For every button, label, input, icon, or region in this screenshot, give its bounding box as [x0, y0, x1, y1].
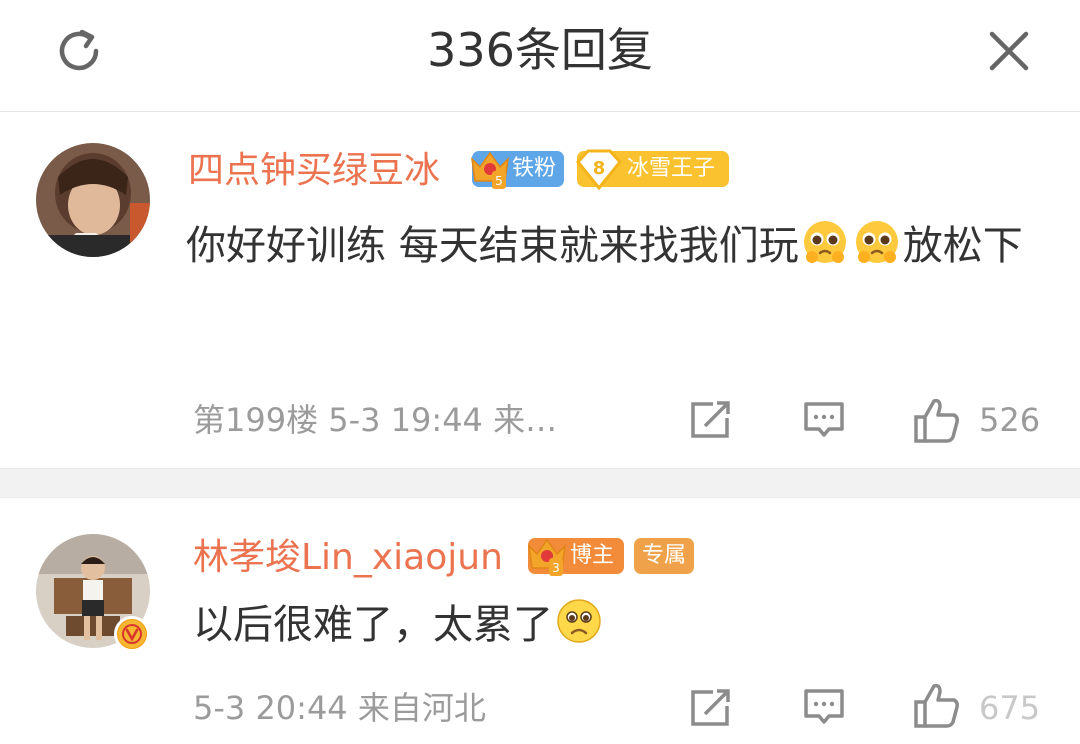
- like-count: 526: [979, 401, 1041, 439]
- crown-icon: 3: [527, 538, 567, 576]
- share-icon[interactable]: [689, 400, 733, 440]
- username[interactable]: 林孝埈Lin_xiaojun: [193, 536, 503, 580]
- verified-badge: [114, 616, 150, 652]
- badge-label: 专属: [641, 543, 686, 568]
- badge-label: 冰雪王子: [627, 156, 716, 181]
- section-divider: [0, 468, 1080, 498]
- comment-item: 四点钟买绿豆冰 铁粉 5 冰雪王子 8 你好好训练 每天结束就来找我们玩 放松下…: [0, 113, 1080, 468]
- level-number: 8: [593, 158, 606, 179]
- svg-text:5: 5: [495, 174, 503, 188]
- verified-v-icon: [118, 620, 146, 648]
- comment-text: 你好好训练 每天结束就来找我们玩 放松下: [186, 217, 1046, 274]
- reply-icon[interactable]: [803, 401, 845, 441]
- comment-text-main: 你好好训练 每天结束就来找我们玩: [186, 223, 799, 269]
- exclusive-badge[interactable]: 专属: [634, 538, 694, 574]
- comment-text-main: 以后很难了，太累了: [193, 602, 553, 648]
- badge-label: 博主: [570, 543, 615, 568]
- page-title: 336条回复: [427, 23, 653, 77]
- pleading-face-emoji: [855, 221, 898, 263]
- like-icon[interactable]: [912, 395, 962, 445]
- share-icon[interactable]: [689, 688, 733, 728]
- dialog-header: 336条回复: [0, 0, 1080, 112]
- badge-label: 铁粉: [512, 156, 557, 181]
- close-icon[interactable]: [984, 26, 1034, 76]
- pleading-face-emoji: [803, 221, 846, 263]
- comment-text-tail: 放松下: [902, 223, 1023, 269]
- comment-item: 林孝埈Lin_xiaojun 博主 3 专属 以后很难了，太累了 5-3 20:…: [0, 498, 1080, 744]
- diamond-level-icon: 8: [576, 149, 622, 191]
- comment-text: 以后很难了，太累了: [193, 596, 1053, 653]
- comment-meta: 第199楼 5-3 19:44 来…: [193, 401, 558, 439]
- like-icon[interactable]: [912, 680, 962, 730]
- sad-face-emoji: [557, 599, 601, 643]
- avatar[interactable]: [36, 143, 150, 257]
- username[interactable]: 四点钟买绿豆冰: [188, 149, 440, 193]
- crown-icon: 5: [470, 151, 510, 189]
- comment-meta: 5-3 20:44 来自河北: [193, 689, 486, 727]
- reply-icon[interactable]: [803, 688, 845, 728]
- svg-text:3: 3: [552, 561, 560, 575]
- like-count: 675: [979, 689, 1041, 727]
